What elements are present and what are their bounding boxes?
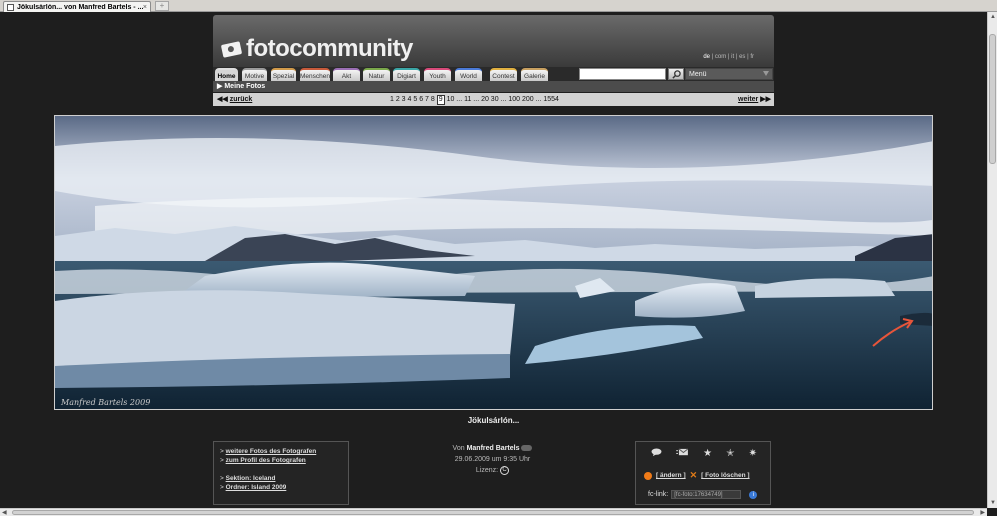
page-favicon-icon	[7, 3, 14, 11]
submenu-bar: ▶ Meine Fotos	[213, 81, 774, 92]
pager-next[interactable]: weiter ▶▶	[738, 93, 771, 106]
page-numbers: 1 2 3 4 5 6 7 8 9 10 ... 11 ... 20 30 ..…	[390, 93, 559, 106]
edit-link[interactable]: [ ändern ]	[656, 472, 686, 479]
scroll-left-arrow-icon[interactable]: ◀	[2, 509, 7, 516]
double-arrow-right-icon: ▶▶	[760, 96, 771, 103]
search-input[interactable]	[579, 68, 666, 80]
sparkle-icon[interactable]: ✷	[749, 448, 757, 460]
photo-meta: Von Manfred Bartels 29.06.2009 um 9:35 U…	[400, 443, 585, 476]
current-page: 9	[436, 95, 445, 105]
status-badge	[521, 445, 533, 452]
author-name-link[interactable]: Manfred Bartels	[467, 445, 520, 452]
favorite-star-icon[interactable]: ★	[703, 448, 712, 460]
pager-back[interactable]: ◀◀ zurück	[217, 93, 252, 106]
double-arrow-left-icon: ◀◀	[217, 96, 228, 103]
nav-tab-galerie[interactable]: Galerie	[521, 68, 548, 81]
photo-title: Jökulsárlón...	[467, 416, 520, 425]
photo-pager: ◀◀ zurück 1 2 3 4 5 6 7 8 9 10 ... 11 ..…	[213, 93, 774, 106]
section-row: > Sektion: Iceland	[220, 475, 276, 482]
copyright-icon[interactable]: C	[500, 465, 510, 475]
fclink-row: fc-link: [fc-foto:17634749] i	[648, 490, 758, 499]
nav-tab-akt[interactable]: Akt	[333, 68, 360, 81]
page-numbers-after[interactable]: 10 ... 11 ... 20 30 ... 100 200 ... 1554	[447, 96, 559, 103]
folder-link[interactable]: Ordner: Island 2009	[226, 484, 287, 491]
horizontal-scroll-thumb[interactable]	[12, 510, 974, 515]
comment-icon[interactable]	[651, 448, 662, 460]
browser-tab-bar: Jökulsárlón... von Manfred Bartels - ...…	[0, 0, 997, 12]
delete-photo-link[interactable]: [ Foto löschen ]	[701, 472, 749, 479]
nav-tab-spezial[interactable]: Spezial	[271, 68, 296, 81]
language-switcher: de | com | it | es | fr	[703, 54, 754, 60]
lang-link-de[interactable]: de	[703, 54, 710, 60]
license-line: Lizenz: C	[400, 465, 585, 476]
upload-date: 29.06.2009 um 9:35 Uhr	[454, 456, 531, 463]
message-icon[interactable]	[676, 448, 689, 460]
folder-row: > Ordner: Island 2009	[220, 484, 287, 491]
menu-dropdown-label: Menü	[689, 71, 707, 78]
nav-tab-menschen[interactable]: Menschen	[300, 68, 330, 81]
action-icons-row: ★ ✭ ✷	[636, 448, 772, 460]
photographer-links-box: > weitere Fotos des Fotografen > zum Pro…	[213, 441, 349, 505]
author-line: Von Manfred Bartels	[400, 443, 585, 454]
tab-close-icon[interactable]: ×	[143, 4, 147, 11]
pager-next-label: weiter	[738, 96, 759, 103]
search-button[interactable]	[668, 68, 684, 80]
scroll-right-arrow-icon[interactable]: ▶	[980, 509, 985, 516]
section-link[interactable]: Sektion: Iceland	[226, 475, 276, 482]
nav-tab-youth[interactable]: Youth	[424, 68, 451, 81]
fclink-field[interactable]: [fc-foto:17634749]	[671, 490, 742, 499]
browser-tab[interactable]: Jökulsárlón... von Manfred Bartels - ...…	[3, 1, 151, 12]
horizontal-scrollbar[interactable]: ◀ ▶	[0, 508, 987, 516]
scroll-up-arrow-icon[interactable]: ▲	[989, 13, 997, 21]
info-icon[interactable]: i	[749, 490, 758, 499]
new-tab-button[interactable]: +	[155, 1, 169, 11]
edit-actions-row: [ ändern ] ✕ [ Foto löschen ]	[644, 470, 769, 481]
lang-link-it[interactable]: it	[731, 54, 734, 60]
chevron-down-icon	[763, 71, 769, 76]
nav-tab-natur[interactable]: Natur	[363, 68, 390, 81]
lang-link-com[interactable]: com	[715, 54, 726, 60]
logo-text: fotocommunity	[246, 35, 413, 62]
main-photo[interactable]: Manfred Bartels 2009	[54, 115, 933, 410]
profile-row: > zum Profil des Fotografen	[220, 457, 306, 464]
page-numbers-before[interactable]: 1 2 3 4 5 6 7 8	[390, 96, 435, 103]
more-photos-link[interactable]: weitere Fotos des Fotografen	[226, 448, 317, 455]
header-banner: fotocommunity de | com | it | es | fr	[213, 15, 774, 67]
nav-tab-contest[interactable]: Contest	[490, 68, 517, 81]
edit-icon	[644, 471, 652, 480]
lang-link-fr[interactable]: fr	[750, 54, 754, 60]
vertical-scroll-thumb[interactable]	[989, 34, 996, 164]
magnifier-icon	[671, 69, 681, 79]
lang-link-es[interactable]: es	[739, 54, 745, 60]
delete-icon: ✕	[689, 470, 698, 480]
glacier-lagoon-image	[55, 116, 932, 409]
nav-tab-motive[interactable]: Motive	[242, 68, 267, 81]
photographer-signature: Manfred Bartels 2009	[61, 398, 151, 407]
site-header: fotocommunity de | com | it | es | fr Ho…	[213, 15, 774, 107]
scroll-down-arrow-icon[interactable]: ▼	[989, 499, 997, 507]
by-prefix: Von	[452, 445, 465, 452]
more-photos-row: > weitere Fotos des Fotografen	[220, 448, 317, 455]
pager-back-label: zurück	[229, 96, 253, 103]
recommend-star-icon[interactable]: ✭	[726, 448, 734, 460]
camera-logo-icon	[220, 40, 243, 58]
nav-tab-world[interactable]: World	[455, 68, 482, 81]
vertical-scrollbar[interactable]: ▲ ▼	[987, 12, 997, 508]
menu-dropdown[interactable]: Menü	[685, 68, 773, 80]
license-label: Lizenz:	[475, 467, 499, 474]
triangle-right-icon: ▶	[217, 83, 223, 90]
profile-link[interactable]: zum Profil des Fotografen	[226, 457, 306, 464]
site-logo[interactable]: fotocommunity	[220, 35, 413, 63]
photo-actions-box: ★ ✭ ✷ [ ändern ] ✕ [ Foto löschen ] fc-l…	[635, 441, 771, 505]
nav-tab-digiart[interactable]: Digiart	[393, 68, 420, 81]
nav-tab-home[interactable]: Home	[215, 68, 238, 81]
browser-tab-title: Jökulsárlón... von Manfred Bartels - ...	[16, 3, 143, 11]
my-photos-link[interactable]: Meine Fotos	[224, 83, 265, 90]
fclink-label: fc-link:	[648, 491, 669, 498]
